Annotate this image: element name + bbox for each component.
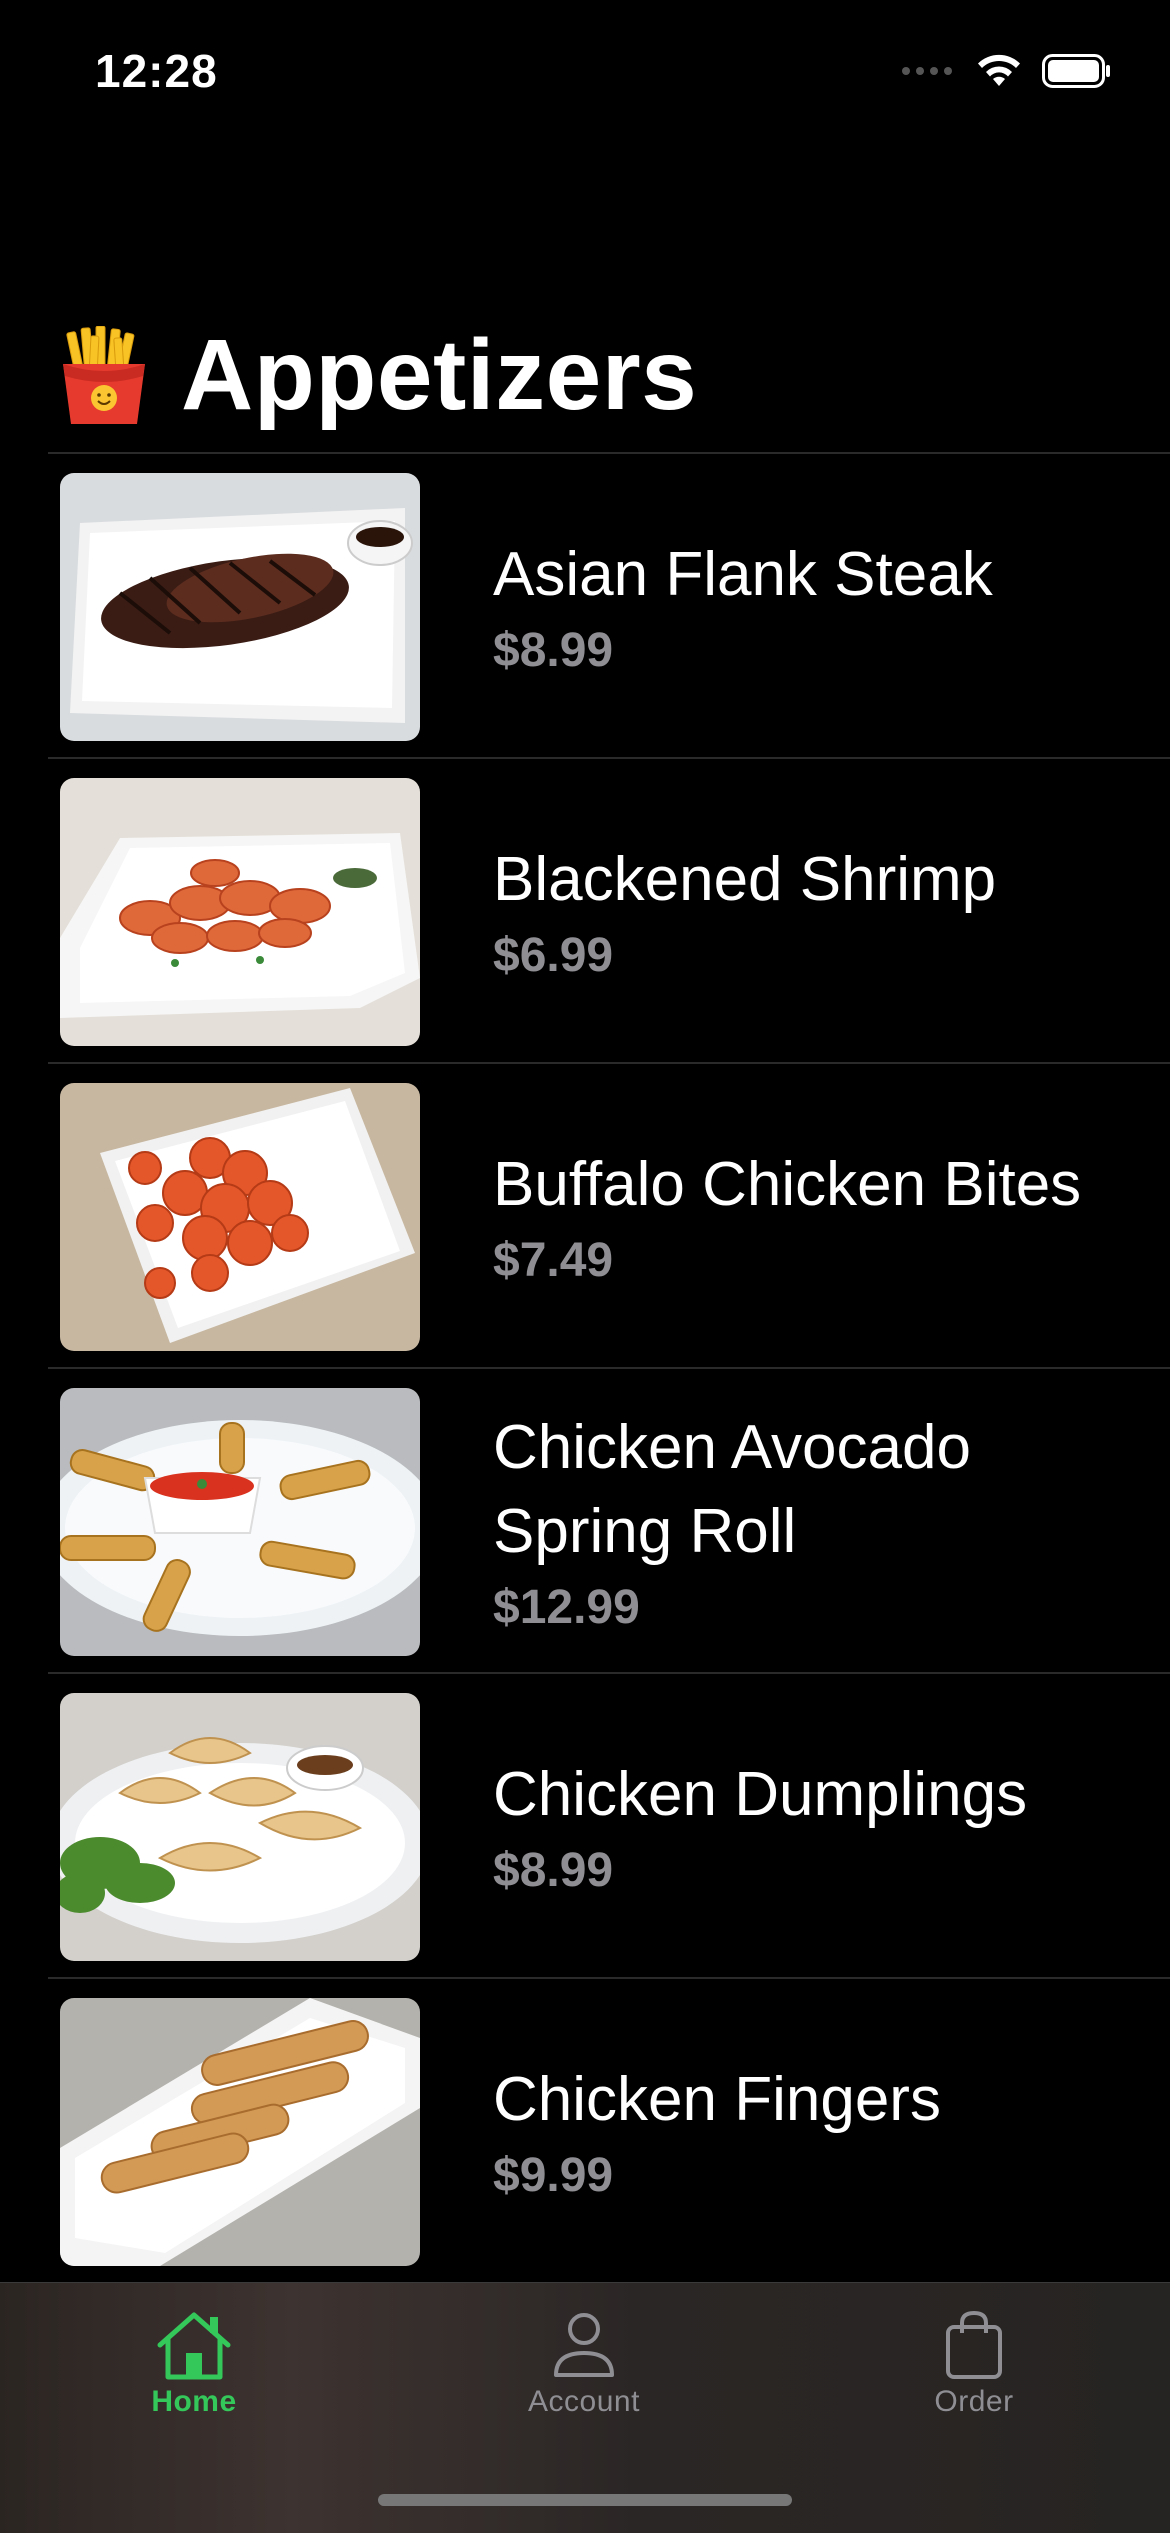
item-price: $8.99	[493, 624, 614, 677]
tab-order[interactable]: Order	[824, 2309, 1124, 2419]
page-title: Appetizers	[57, 318, 697, 433]
list-item[interactable]: Buffalo Chicken Bites $7.49	[48, 1062, 1170, 1367]
cellular-signal-icon	[902, 67, 952, 75]
tab-label: Account	[528, 2385, 640, 2418]
item-price: $6.99	[493, 929, 614, 982]
shrimp-photo	[60, 778, 420, 1046]
home-indicator[interactable]	[378, 2494, 792, 2506]
item-name: Chicken Dumplings	[493, 1760, 1028, 1829]
person-icon	[434, 2309, 734, 2381]
item-text: Chicken Dumplings $8.99	[493, 1674, 1130, 1977]
item-price: $7.49	[493, 1234, 614, 1287]
bag-icon	[824, 2309, 1124, 2381]
chicken-bites-photo	[60, 1083, 420, 1351]
item-price: $8.99	[493, 1844, 614, 1897]
battery-icon	[1042, 54, 1112, 88]
house-icon	[44, 2309, 344, 2381]
item-text: Chicken Avocado Spring Roll $12.99	[493, 1369, 1130, 1672]
item-text: Blackened Shrimp $6.99	[493, 759, 1130, 1062]
tab-account[interactable]: Account	[434, 2309, 734, 2419]
item-name: Chicken Avocado Spring Roll	[493, 1413, 971, 1566]
status-bar: 12:28	[0, 0, 1170, 150]
list-item[interactable]: Asian Flank Steak $8.99	[48, 452, 1170, 757]
list-item[interactable]: Chicken Fingers $9.99	[48, 1977, 1170, 2282]
spring-roll-photo	[60, 1388, 420, 1656]
status-icons	[902, 52, 1112, 90]
dumplings-photo	[60, 1693, 420, 1961]
tab-home[interactable]: Home	[44, 2309, 344, 2419]
item-price: $12.99	[493, 1581, 640, 1634]
page-title-text: Appetizers	[181, 319, 698, 431]
item-name: Blackened Shrimp	[493, 845, 997, 914]
item-name: Buffalo Chicken Bites	[493, 1150, 1082, 1219]
item-name: Chicken Fingers	[493, 2065, 941, 2134]
item-name: Asian Flank Steak	[493, 540, 993, 609]
chicken-fingers-photo	[60, 1998, 420, 2266]
item-text: Asian Flank Steak $8.99	[493, 454, 1130, 757]
item-price: $9.99	[493, 2149, 614, 2202]
tab-label: Home	[151, 2385, 237, 2418]
tab-label: Order	[934, 2385, 1014, 2418]
item-text: Buffalo Chicken Bites $7.49	[493, 1064, 1130, 1367]
menu-list[interactable]: Asian Flank Steak $8.99 Blackened Shrimp…	[48, 452, 1170, 2282]
list-item[interactable]: Chicken Avocado Spring Roll $12.99	[48, 1367, 1170, 1672]
tab-bar: Home Account Order	[0, 2282, 1170, 2533]
flank-steak-photo	[60, 473, 420, 741]
list-item[interactable]: Chicken Dumplings $8.99	[48, 1672, 1170, 1977]
item-text: Chicken Fingers $9.99	[493, 1979, 1130, 2282]
french-fries-icon	[57, 325, 151, 426]
list-item[interactable]: Blackened Shrimp $6.99	[48, 757, 1170, 1062]
status-time: 12:28	[95, 45, 218, 97]
wifi-icon	[974, 52, 1024, 90]
